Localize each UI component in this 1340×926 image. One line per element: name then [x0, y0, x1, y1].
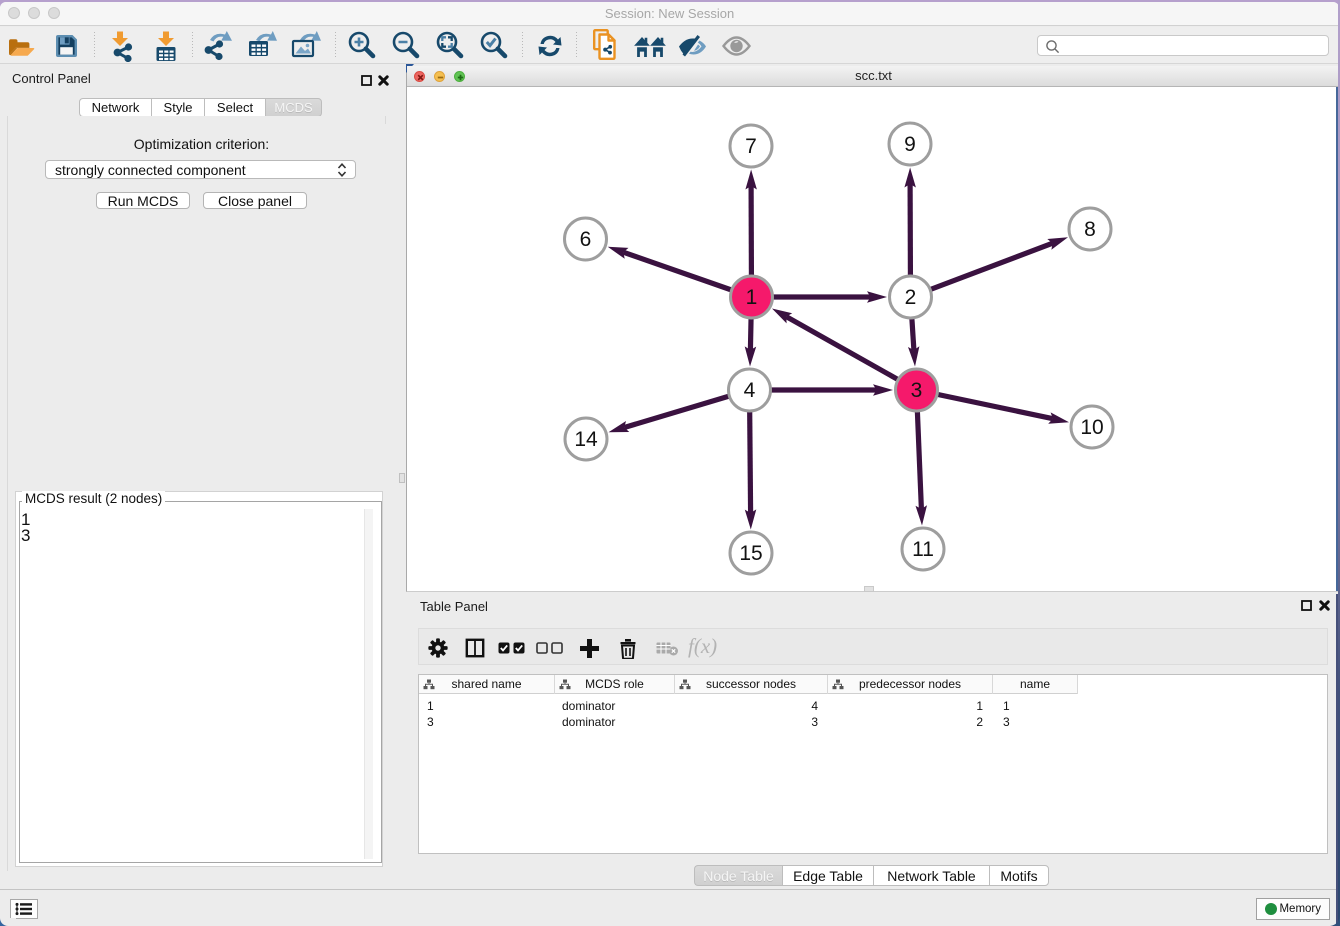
svg-text:4: 4: [744, 379, 756, 402]
svg-text:8: 8: [1084, 218, 1096, 241]
svg-text:10: 10: [1080, 416, 1103, 439]
svg-text:6: 6: [580, 228, 592, 251]
svg-text:11: 11: [912, 538, 934, 561]
svg-text:15: 15: [739, 542, 762, 565]
svg-text:7: 7: [745, 135, 757, 158]
svg-text:2: 2: [905, 286, 917, 309]
svg-text:9: 9: [904, 133, 916, 156]
svg-text:1: 1: [746, 286, 758, 309]
svg-text:14: 14: [574, 428, 598, 451]
svg-text:3: 3: [911, 379, 923, 402]
